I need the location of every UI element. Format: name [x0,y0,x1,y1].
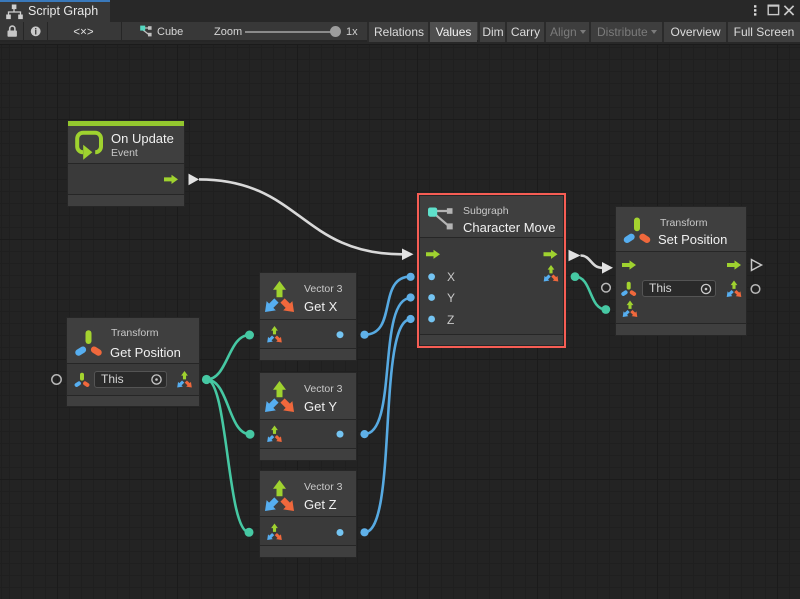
svg-text:i: i [34,27,37,37]
svg-text:<×>: <×> [73,26,93,38]
